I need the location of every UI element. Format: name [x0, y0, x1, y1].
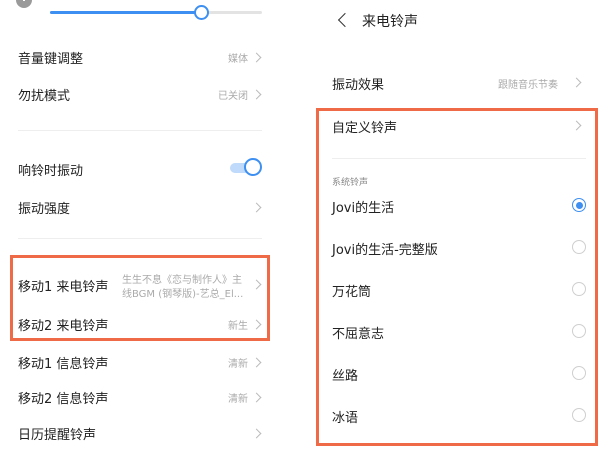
- row-value: 已关闭: [218, 91, 248, 102]
- highlight-box: [316, 108, 598, 446]
- vibrate-toggle[interactable]: [230, 158, 262, 178]
- clock-icon: [16, 0, 32, 8]
- row-label: 移动2 信息铃声: [18, 392, 109, 407]
- row-value: 清新: [228, 394, 248, 405]
- highlight-box: [10, 255, 270, 341]
- volume-slider-fill: [50, 11, 201, 14]
- row-value: 清新: [228, 359, 248, 370]
- vibration-intensity-row[interactable]: 振动强度: [0, 188, 282, 228]
- chevron-right-icon: [571, 77, 582, 88]
- pane-gap: [282, 0, 300, 450]
- chevron-right-icon: [251, 89, 262, 100]
- section-divider: [18, 130, 262, 131]
- row-value: 跟随音乐节奏: [498, 80, 558, 91]
- sim1-message-tone-row[interactable]: 移动1 信息铃声 清新: [0, 343, 282, 383]
- calendar-reminder-tone-row[interactable]: 日历提醒铃声: [0, 414, 282, 454]
- sound-settings-pane: 音量键调整 媒体 勿扰模式 已关闭 响铃时振动 振动强度 移动1 来电铃声 生生…: [0, 0, 282, 450]
- chevron-right-icon: [251, 428, 262, 439]
- vibrate-on-ring-row[interactable]: 响铃时振动: [0, 150, 282, 190]
- row-label: 移动1 信息铃声: [18, 357, 109, 372]
- volume-slider[interactable]: [50, 5, 262, 20]
- row-label: 勿扰模式: [18, 89, 71, 104]
- chevron-right-icon: [251, 357, 262, 368]
- chevron-right-icon: [251, 202, 262, 213]
- do-not-disturb-row[interactable]: 勿扰模式 已关闭: [0, 75, 282, 115]
- volume-slider-handle[interactable]: [193, 5, 209, 20]
- chevron-right-icon: [251, 392, 262, 403]
- row-label: 振动强度: [18, 202, 71, 217]
- section-divider: [18, 238, 262, 239]
- volume-key-row[interactable]: 音量键调整 媒体: [0, 38, 282, 78]
- sim2-message-tone-row[interactable]: 移动2 信息铃声 清新: [0, 378, 282, 418]
- page-title: 来电铃声: [362, 14, 418, 30]
- row-label: 响铃时振动: [18, 164, 84, 179]
- vibration-effect-row[interactable]: 振动效果 跟随音乐节奏: [300, 62, 600, 104]
- row-label: 振动效果: [332, 78, 385, 93]
- toggle-knob: [244, 158, 262, 176]
- row-label: 日历提醒铃声: [18, 428, 97, 443]
- ringtone-pane: 来电铃声 振动效果 跟随音乐节奏 自定义铃声 系统铃声 Jovi的生活 Jovi…: [300, 0, 600, 450]
- row-value: 媒体: [228, 54, 248, 65]
- row-label: 音量键调整: [18, 52, 84, 67]
- chevron-right-icon: [251, 52, 262, 63]
- back-arrow-icon[interactable]: [337, 12, 353, 28]
